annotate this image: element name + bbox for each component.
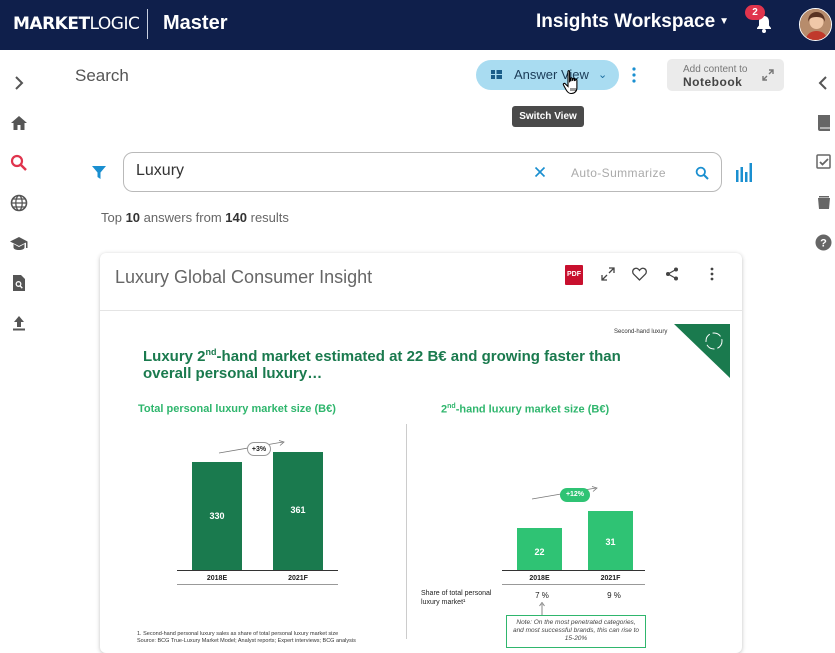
share-icon[interactable] bbox=[665, 267, 679, 281]
folder-stack-icon[interactable] bbox=[816, 194, 832, 210]
x-axis-line-lower bbox=[177, 584, 338, 585]
recycle-badge-icon bbox=[674, 324, 730, 378]
graduation-cap-icon[interactable] bbox=[10, 234, 28, 252]
share-label: Share of total personal luxury market¹ bbox=[421, 590, 492, 606]
slide-footnote: 1. Second-hand personal luxury sales as … bbox=[137, 631, 437, 645]
grid-view-icon bbox=[491, 70, 502, 79]
logo-divider bbox=[147, 9, 148, 39]
results-suffix: results bbox=[247, 210, 289, 225]
bar-chart-icon[interactable] bbox=[736, 163, 753, 182]
notebook-hint: Add content to bbox=[683, 64, 748, 75]
book-icon[interactable] bbox=[816, 114, 832, 132]
results-middle: answers from bbox=[140, 210, 226, 225]
x-axis-line-lower bbox=[502, 584, 645, 585]
left-chart-title: Total personal luxury market size (B€) bbox=[138, 403, 336, 415]
page-title: Search bbox=[75, 66, 129, 85]
auto-summarize-button[interactable]: Auto-Summarize bbox=[571, 166, 666, 180]
upload-icon[interactable] bbox=[10, 314, 28, 332]
arrow-up-icon bbox=[539, 602, 545, 616]
chart-bar: 361 bbox=[273, 452, 323, 570]
x-axis-line bbox=[502, 570, 645, 571]
add-to-notebook-button[interactable]: Add content to Notebook bbox=[667, 59, 784, 91]
caret-down-icon: ▼ bbox=[719, 16, 730, 28]
clear-search-icon[interactable] bbox=[533, 165, 547, 179]
card-title[interactable]: Luxury Global Consumer Insight bbox=[115, 267, 372, 288]
bar-value-label: 31 bbox=[605, 537, 616, 548]
right-title-post: -hand luxury market size (B€) bbox=[455, 403, 610, 416]
chart-bar: 22 bbox=[517, 528, 562, 570]
x-tick-label: 2021F bbox=[600, 575, 621, 582]
logo-light-text: LOGIC bbox=[89, 14, 140, 34]
slide-headline: Luxury 2nd-hand market estimated at 22 B… bbox=[143, 344, 663, 382]
note-box: Note: On the most penetrated categories,… bbox=[506, 615, 646, 648]
search-icon[interactable] bbox=[10, 154, 28, 172]
help-icon[interactable]: ? bbox=[815, 234, 832, 251]
growth-label: +12% bbox=[560, 488, 590, 502]
workspace-label: Insights Workspace bbox=[536, 11, 716, 32]
results-total: 140 bbox=[225, 210, 247, 225]
chevron-right-icon[interactable] bbox=[10, 74, 28, 92]
globe-icon[interactable] bbox=[10, 194, 28, 212]
footnote-line-1: 1. Second-hand personal luxury sales as … bbox=[137, 631, 339, 637]
x-tick-label: 2018E bbox=[529, 575, 550, 582]
x-axis-line bbox=[177, 570, 338, 571]
headline-part1: Luxury 2 bbox=[143, 348, 206, 365]
switch-view-tooltip: Switch View bbox=[512, 106, 584, 127]
chart-bar: 31 bbox=[588, 510, 633, 570]
expand-icon bbox=[762, 69, 774, 81]
share-value-2021: 9 % bbox=[607, 591, 621, 600]
avatar[interactable] bbox=[799, 8, 832, 41]
answer-view-button[interactable]: Answer View ⌄ bbox=[476, 60, 619, 90]
app-name: Master bbox=[163, 12, 228, 34]
top-bar: MARKETLOGIC Master Insights Workspace ▼ 2 bbox=[0, 0, 835, 50]
left-sidebar bbox=[0, 50, 38, 650]
chart-bar: 330 bbox=[192, 462, 242, 570]
chevron-down-icon: ⌄ bbox=[598, 69, 608, 81]
svg-text:?: ? bbox=[820, 238, 827, 250]
card-divider bbox=[100, 310, 742, 311]
results-top-count: 10 bbox=[125, 210, 141, 225]
x-tick-label: 2021F bbox=[288, 575, 308, 582]
x-tick-label: 2018E bbox=[206, 575, 228, 582]
footnote-line-2: Source: BCG True-Luxury Market Model; An… bbox=[137, 638, 356, 644]
share-value-2018: 7 % bbox=[535, 591, 549, 600]
chevron-left-icon[interactable] bbox=[816, 74, 830, 92]
growth-label: +3% bbox=[247, 442, 271, 456]
right-title-sup: nd bbox=[447, 403, 456, 410]
more-options-icon[interactable] bbox=[630, 66, 638, 84]
pdf-icon[interactable]: PDF bbox=[565, 265, 583, 285]
results-prefix: Top bbox=[101, 210, 126, 225]
search-input[interactable] bbox=[136, 162, 526, 180]
slide-preview[interactable]: Second-hand luxury Luxury 2nd-hand marke… bbox=[130, 324, 730, 650]
right-chart-title: 2nd-hand luxury market size (B€) bbox=[441, 403, 609, 416]
chart-divider bbox=[406, 424, 407, 639]
heart-icon[interactable] bbox=[632, 267, 647, 281]
notification-badge: 2 bbox=[745, 5, 765, 20]
notebook-label: Notebook bbox=[683, 75, 743, 89]
workspace-selector[interactable]: Insights Workspace ▼ bbox=[536, 11, 729, 33]
right-sidebar: ? bbox=[806, 50, 835, 650]
checklist-icon[interactable] bbox=[816, 154, 832, 170]
search-bar: Auto-Summarize bbox=[123, 152, 722, 192]
marketlogic-logo[interactable]: MARKETLOGIC bbox=[13, 14, 140, 34]
hand-pointer-cursor-icon bbox=[562, 70, 578, 95]
expand-icon[interactable] bbox=[601, 267, 615, 281]
logo-bold-text: MARKET bbox=[13, 14, 90, 34]
bar-value-label: 330 bbox=[209, 510, 225, 521]
more-options-icon[interactable] bbox=[708, 267, 716, 281]
home-icon[interactable] bbox=[10, 114, 28, 132]
filter-icon[interactable] bbox=[91, 164, 107, 180]
headline-sup: nd bbox=[205, 347, 217, 357]
results-summary: Top 10 answers from 140 results bbox=[101, 210, 289, 225]
search-submit-icon[interactable] bbox=[695, 166, 709, 180]
document-search-icon[interactable] bbox=[10, 274, 28, 292]
bar-value-label: 361 bbox=[290, 505, 306, 516]
slide-tag: Second-hand luxury bbox=[614, 329, 668, 335]
bar-value-label: 22 bbox=[534, 546, 545, 557]
